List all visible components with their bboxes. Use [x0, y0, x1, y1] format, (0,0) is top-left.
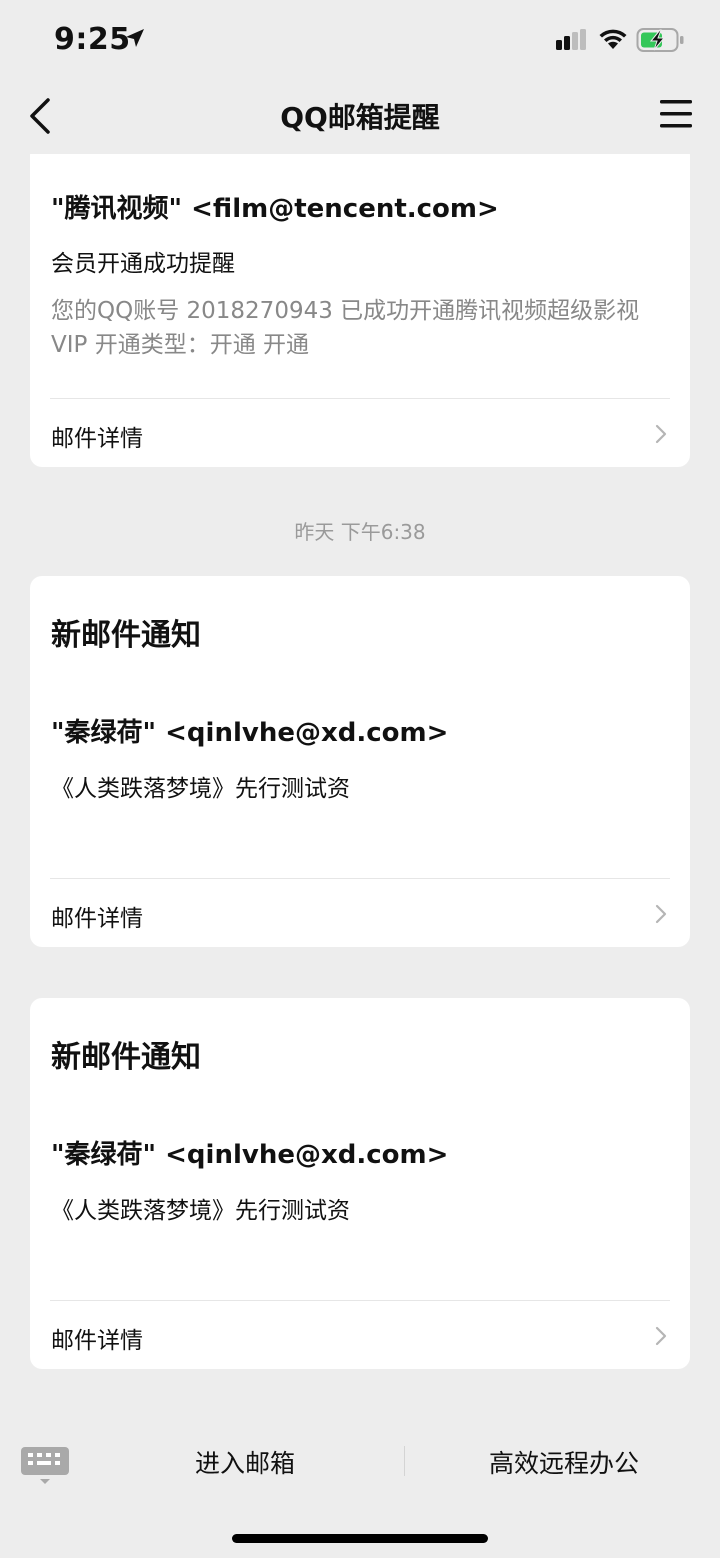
hamburger-menu-icon[interactable] [658, 98, 694, 130]
nav-bar: QQ邮箱提醒 [0, 80, 720, 154]
chevron-right-icon [655, 904, 667, 924]
message-title: 新邮件通知 [51, 1040, 201, 1075]
status-bar: 9:25 [0, 0, 720, 80]
menu-separator [404, 1446, 405, 1476]
mail-detail-link[interactable]: 邮件详情 [30, 1301, 690, 1369]
message-card: 新邮件通知 "秦绿荷" <qinlvhe@xd.com> 《人类跌落梦境》先行测… [30, 998, 690, 1369]
message-subject: 《人类跌落梦境》先行测试资 [51, 776, 350, 802]
mail-detail-label: 邮件详情 [51, 426, 143, 452]
mail-detail-label: 邮件详情 [51, 906, 143, 932]
message-card: 新邮件通知 "秦绿荷" <qinlvhe@xd.com> 《人类跌落梦境》先行测… [30, 576, 690, 947]
wifi-icon [599, 29, 627, 49]
location-arrow-icon [126, 29, 144, 47]
message-card: "腾讯视频" <film@tencent.com> 会员开通成功提醒 您的QQ账… [30, 154, 690, 467]
status-time: 9:25 [54, 22, 131, 57]
mail-detail-link[interactable]: 邮件详情 [30, 879, 690, 947]
mail-detail-label: 邮件详情 [51, 1328, 143, 1354]
message-sender: "秦绿荷" <qinlvhe@xd.com> [51, 718, 449, 748]
mail-detail-link[interactable]: 邮件详情 [30, 399, 690, 467]
menu-enter-mailbox[interactable]: 进入邮箱 [90, 1444, 400, 1484]
message-subject: 《人类跌落梦境》先行测试资 [51, 1198, 350, 1224]
chevron-right-icon [655, 424, 667, 444]
battery-charging-icon [636, 28, 684, 52]
keyboard-icon[interactable] [20, 1446, 70, 1488]
message-subject: 会员开通成功提醒 [51, 251, 235, 277]
menu-remote-office[interactable]: 高效远程办公 [408, 1444, 720, 1484]
cellular-signal-icon [556, 29, 586, 50]
page-title: QQ邮箱提醒 [280, 101, 440, 134]
message-body: 您的QQ账号 2018270943 已成功开通腾讯视频超级影视 VIP 开通类型… [51, 298, 640, 358]
bottom-menu-bar: 进入邮箱 高效远程办公 [0, 1414, 720, 1558]
message-list[interactable]: "腾讯视频" <film@tencent.com> 会员开通成功提醒 您的QQ账… [0, 154, 720, 1414]
home-indicator [232, 1534, 488, 1543]
message-sender: "秦绿荷" <qinlvhe@xd.com> [51, 1140, 449, 1170]
message-title: 新邮件通知 [51, 618, 201, 653]
message-sender: "腾讯视频" <film@tencent.com> [51, 194, 499, 224]
chevron-right-icon [655, 1326, 667, 1346]
message-timestamp: 昨天 下午6:38 [294, 520, 426, 544]
